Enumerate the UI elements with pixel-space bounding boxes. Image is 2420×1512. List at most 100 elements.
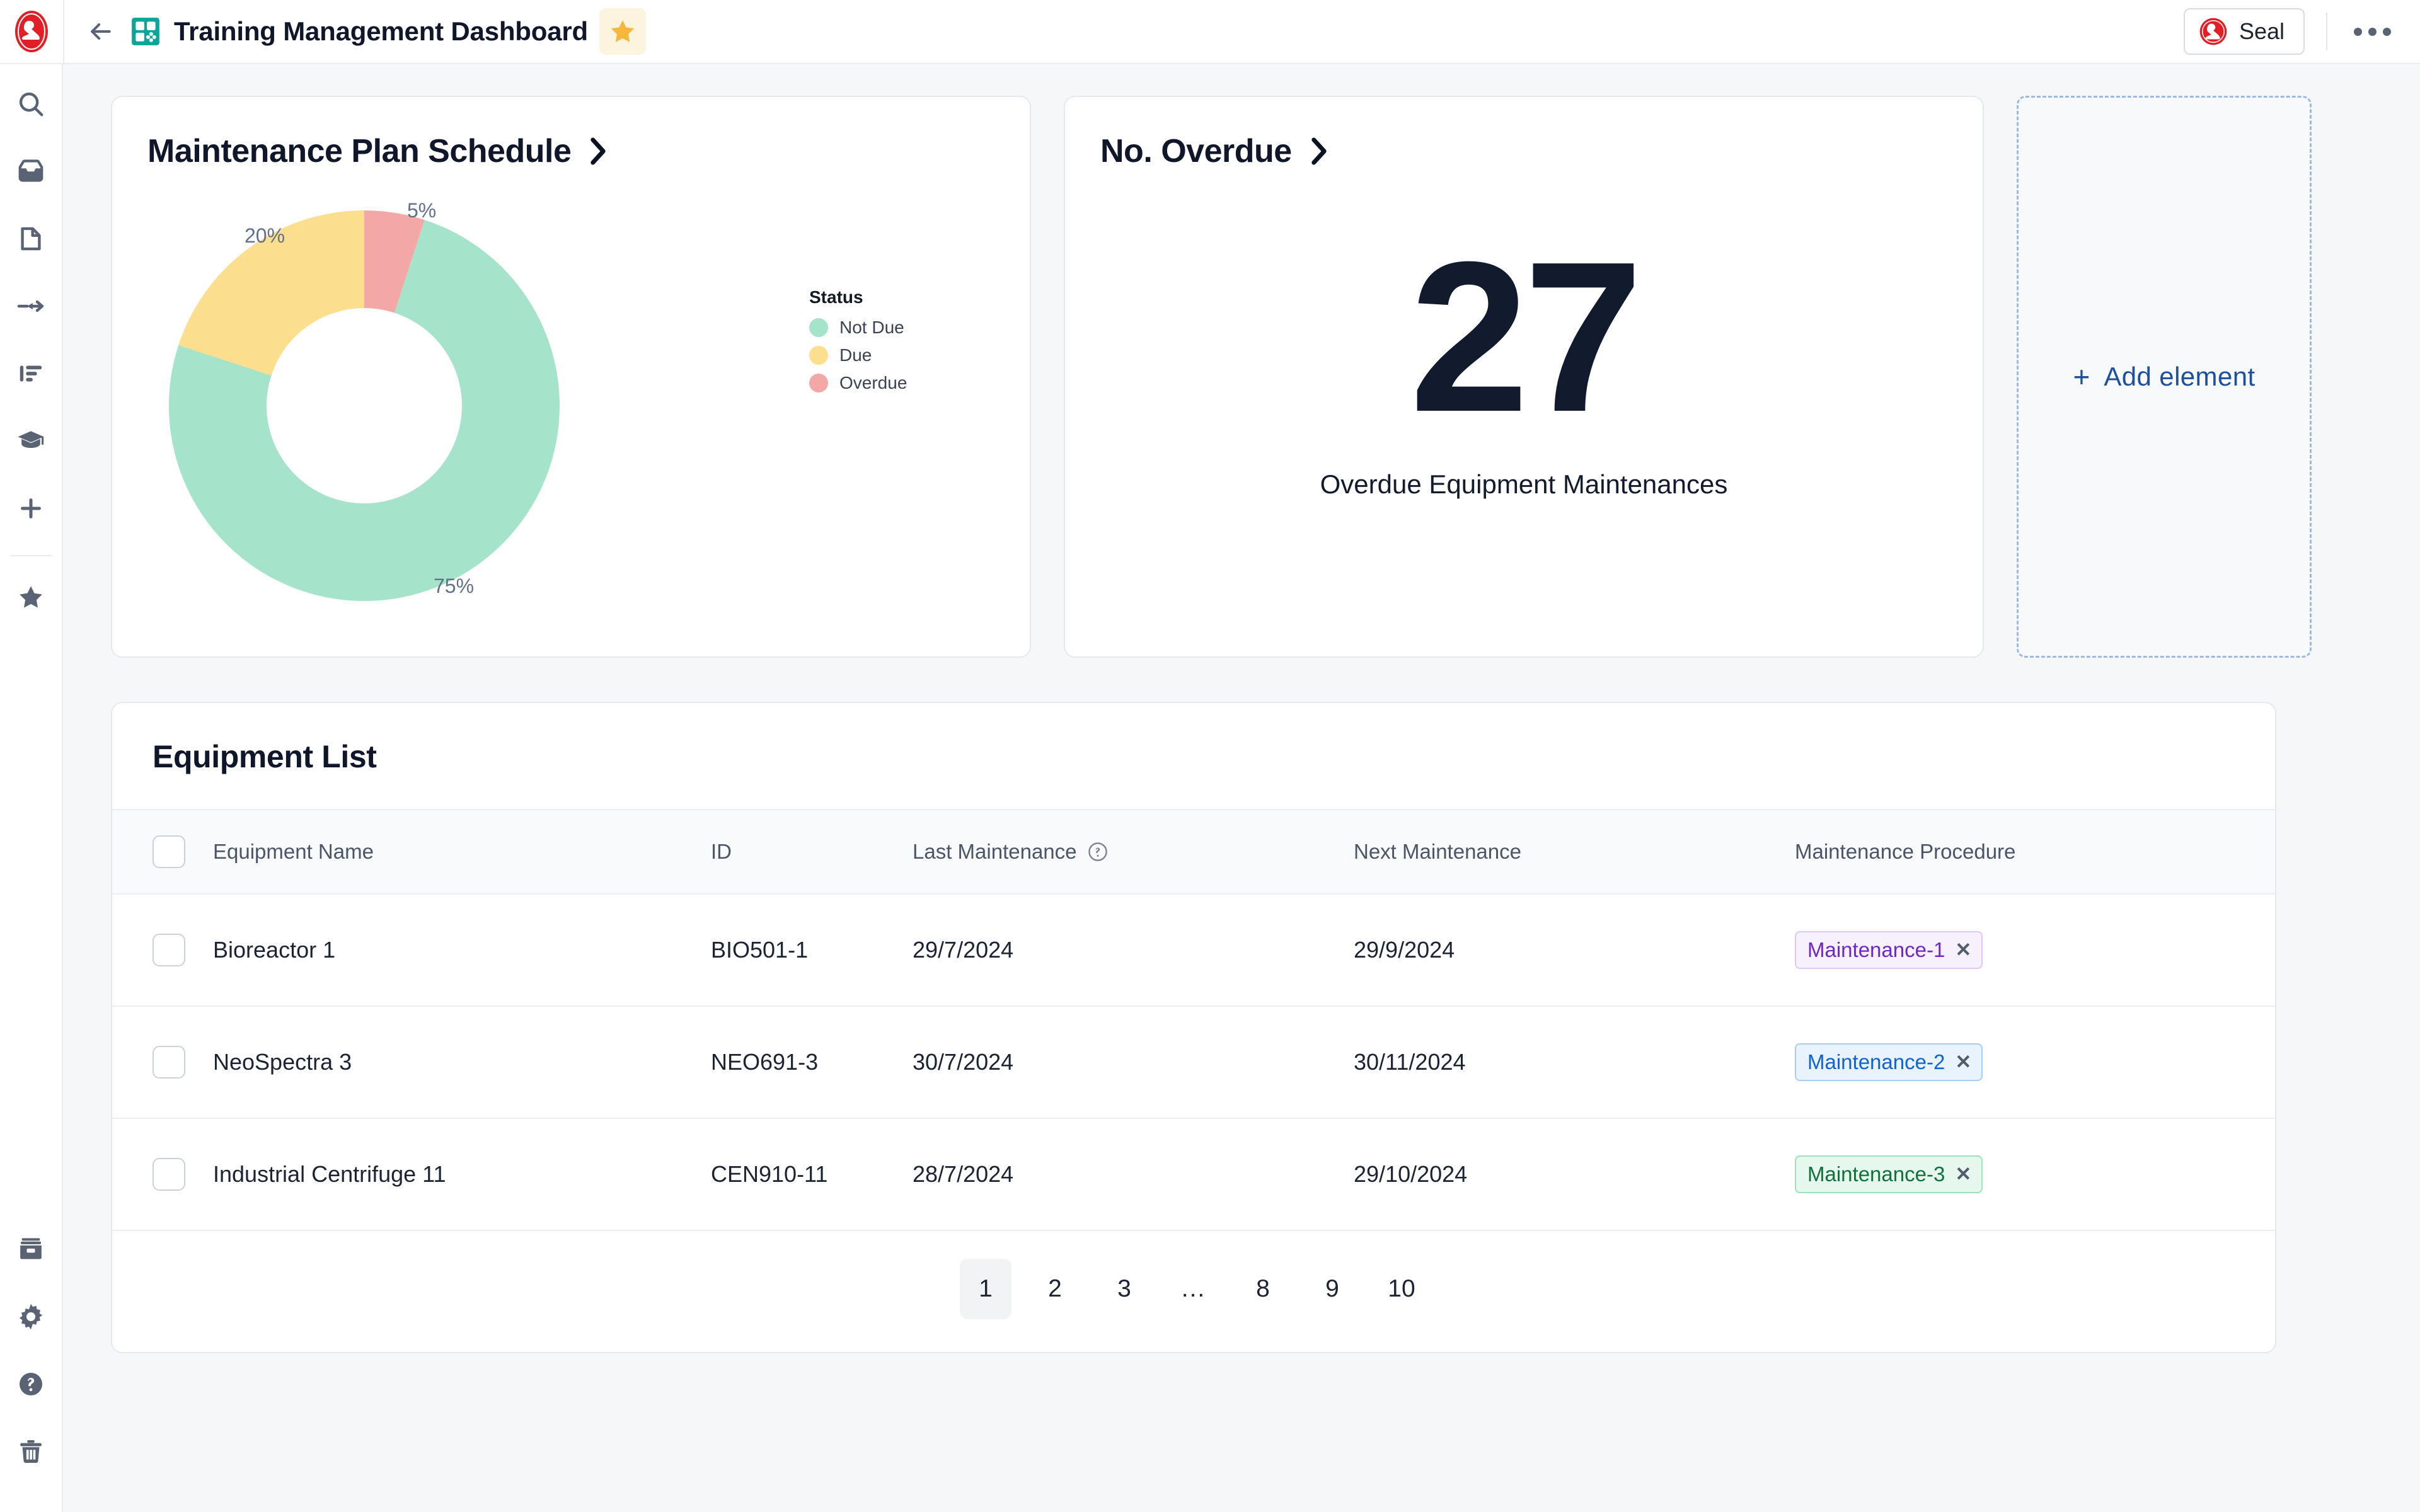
gear-icon bbox=[19, 1303, 43, 1330]
donut-svg bbox=[169, 210, 560, 601]
procedure-tag[interactable]: Maintenance-2 ✕ bbox=[1795, 1043, 1983, 1081]
legend-swatch-icon bbox=[809, 374, 828, 392]
column-header-last-maintenance[interactable]: Last Maintenance bbox=[913, 809, 1354, 895]
column-header-id[interactable]: ID bbox=[711, 809, 913, 895]
more-options-button[interactable] bbox=[2349, 13, 2396, 50]
back-button[interactable] bbox=[77, 8, 124, 55]
dashboard-grid-icon bbox=[130, 16, 161, 47]
sidebar-item-help[interactable] bbox=[8, 1361, 54, 1407]
seal-logo-icon bbox=[15, 11, 48, 52]
add-element-placeholder[interactable]: + Add element bbox=[2017, 96, 2312, 658]
donut-chart[interactable]: 5% 20% 75% bbox=[169, 199, 560, 601]
sidebar-item-trash[interactable] bbox=[8, 1428, 54, 1475]
row-checkbox[interactable] bbox=[153, 1045, 185, 1079]
legend-label: Overdue bbox=[839, 373, 908, 392]
pagination-page-9[interactable]: 9 bbox=[1306, 1259, 1358, 1319]
donut-label-not-due: 75% bbox=[434, 575, 475, 597]
column-header-label: Last Maintenance bbox=[913, 840, 1077, 863]
table-header-row: Equipment Name ID Last Maintenance Next … bbox=[112, 809, 2275, 895]
sidebar-item-create[interactable] bbox=[8, 485, 54, 532]
table-body: Bioreactor 1 BIO501-1 29/7/2024 29/9/202… bbox=[112, 894, 2275, 1231]
remove-tag-icon[interactable]: ✕ bbox=[1955, 1051, 1971, 1074]
legend-item-due[interactable]: Due bbox=[809, 345, 907, 365]
table-title: Equipment List bbox=[153, 739, 377, 774]
sidebar-item-workflows[interactable] bbox=[8, 283, 54, 329]
pagination-page-3[interactable]: 3 bbox=[1098, 1259, 1150, 1319]
column-header-maintenance-procedure[interactable]: Maintenance Procedure bbox=[1795, 809, 2275, 895]
equipment-list-card: Equipment List Equipment Name ID Last Ma… bbox=[111, 702, 2276, 1353]
seal-brand-logo[interactable] bbox=[0, 0, 63, 63]
procedure-tag-label: Maintenance-1 bbox=[1807, 938, 1945, 961]
chart-card-header[interactable]: Maintenance Plan Schedule bbox=[147, 132, 994, 170]
row-checkbox[interactable] bbox=[153, 933, 185, 966]
legend-label: Not Due bbox=[839, 318, 904, 337]
arrow-left-icon bbox=[91, 23, 111, 40]
workspace-button[interactable]: Seal bbox=[2183, 8, 2305, 55]
top-bar: Training Management Dashboard Seal bbox=[0, 0, 2420, 64]
table-row[interactable]: Industrial Centrifuge 11 CEN910-11 28/7/… bbox=[112, 1118, 2275, 1231]
sidebar-item-search[interactable] bbox=[8, 81, 54, 127]
sidebar-item-documents[interactable] bbox=[8, 215, 54, 262]
cell-next-maintenance: 30/11/2024 bbox=[1354, 1005, 1795, 1119]
chart-legend: Status Not Due Due Overdue bbox=[809, 287, 907, 401]
top-card-row: Maintenance Plan Schedule 5% 20% 75% Sta… bbox=[111, 96, 2372, 658]
cell-last-maintenance: 29/7/2024 bbox=[913, 894, 1354, 1007]
legend-item-not-due[interactable]: Not Due bbox=[809, 318, 907, 338]
procedure-tag[interactable]: Maintenance-1 ✕ bbox=[1795, 931, 1983, 969]
select-all-cell bbox=[112, 809, 213, 895]
sidebar-item-training[interactable] bbox=[8, 418, 54, 464]
table-row[interactable]: Bioreactor 1 BIO501-1 29/7/2024 29/9/202… bbox=[112, 894, 2275, 1007]
procedure-tag-label: Maintenance-3 bbox=[1807, 1162, 1945, 1186]
help-circle-icon[interactable] bbox=[1087, 841, 1109, 862]
legend-label: Due bbox=[839, 345, 872, 365]
document-icon bbox=[21, 227, 41, 251]
plus-icon: + bbox=[2073, 360, 2090, 393]
help-circle-icon bbox=[19, 1372, 43, 1396]
workspace-label: Seal bbox=[2238, 18, 2285, 44]
cell-id: NEO691-3 bbox=[711, 1005, 913, 1119]
chevron-right-icon bbox=[591, 137, 606, 165]
pagination-page-2[interactable]: 2 bbox=[1029, 1259, 1081, 1319]
body-row: Maintenance Plan Schedule 5% 20% 75% Sta… bbox=[0, 64, 2420, 1512]
sidebar-item-favorites[interactable] bbox=[8, 574, 54, 621]
equipment-table: Equipment Name ID Last Maintenance Next … bbox=[112, 809, 2275, 1231]
sidebar-item-settings[interactable] bbox=[8, 1293, 54, 1340]
column-header-next-maintenance[interactable]: Next Maintenance bbox=[1354, 809, 1795, 895]
dashboard-canvas: Maintenance Plan Schedule 5% 20% 75% Sta… bbox=[63, 64, 2420, 1512]
procedure-tag[interactable]: Maintenance-3 ✕ bbox=[1795, 1155, 1983, 1193]
more-dot-icon bbox=[2383, 27, 2391, 36]
pagination-page-1[interactable]: 1 bbox=[960, 1258, 1011, 1319]
row-checkbox[interactable] bbox=[153, 1157, 185, 1191]
workflow-arrow-icon bbox=[17, 300, 44, 312]
remove-tag-icon[interactable]: ✕ bbox=[1955, 1163, 1971, 1186]
maintenance-plan-schedule-card: Maintenance Plan Schedule 5% 20% 75% Sta… bbox=[111, 96, 1031, 658]
kpi-value: 27 bbox=[1409, 217, 1643, 457]
equipment-list-header: Equipment List bbox=[112, 703, 2275, 809]
pagination-page-10[interactable]: 10 bbox=[1376, 1259, 1427, 1319]
kpi-card-header[interactable]: No. Overdue bbox=[1100, 132, 1947, 170]
table-row[interactable]: NeoSpectra 3 NEO691-3 30/7/2024 30/11/20… bbox=[112, 1005, 2275, 1119]
kpi-card-title: No. Overdue bbox=[1100, 133, 1292, 169]
cell-maintenance-procedure: Maintenance-1 ✕ bbox=[1795, 894, 2275, 1007]
last-maintenance-header-inner: Last Maintenance bbox=[913, 840, 1354, 864]
row-select-cell bbox=[112, 894, 213, 1007]
sidebar-item-lists[interactable] bbox=[8, 350, 54, 397]
legend-item-overdue[interactable]: Overdue bbox=[809, 373, 907, 393]
more-dot-icon bbox=[2368, 27, 2377, 36]
select-all-checkbox[interactable] bbox=[153, 835, 185, 868]
cell-id: CEN910-11 bbox=[711, 1118, 913, 1231]
topbar-separator bbox=[2326, 13, 2327, 50]
chart-card-title: Maintenance Plan Schedule bbox=[147, 133, 572, 169]
pagination-page-8[interactable]: 8 bbox=[1237, 1259, 1289, 1319]
chevron-right-icon bbox=[1311, 137, 1327, 165]
column-header-equipment-name[interactable]: Equipment Name bbox=[213, 809, 711, 895]
cell-next-maintenance: 29/9/2024 bbox=[1354, 894, 1795, 1007]
favorite-button[interactable] bbox=[599, 8, 646, 55]
row-select-cell bbox=[112, 1005, 213, 1119]
sidebar-item-inbox[interactable] bbox=[8, 148, 54, 195]
sidebar-item-archive[interactable] bbox=[8, 1226, 54, 1273]
remove-tag-icon[interactable]: ✕ bbox=[1955, 939, 1971, 961]
star-icon bbox=[20, 586, 42, 608]
cell-maintenance-procedure: Maintenance-2 ✕ bbox=[1795, 1005, 2275, 1119]
more-dot-icon bbox=[2354, 27, 2362, 36]
